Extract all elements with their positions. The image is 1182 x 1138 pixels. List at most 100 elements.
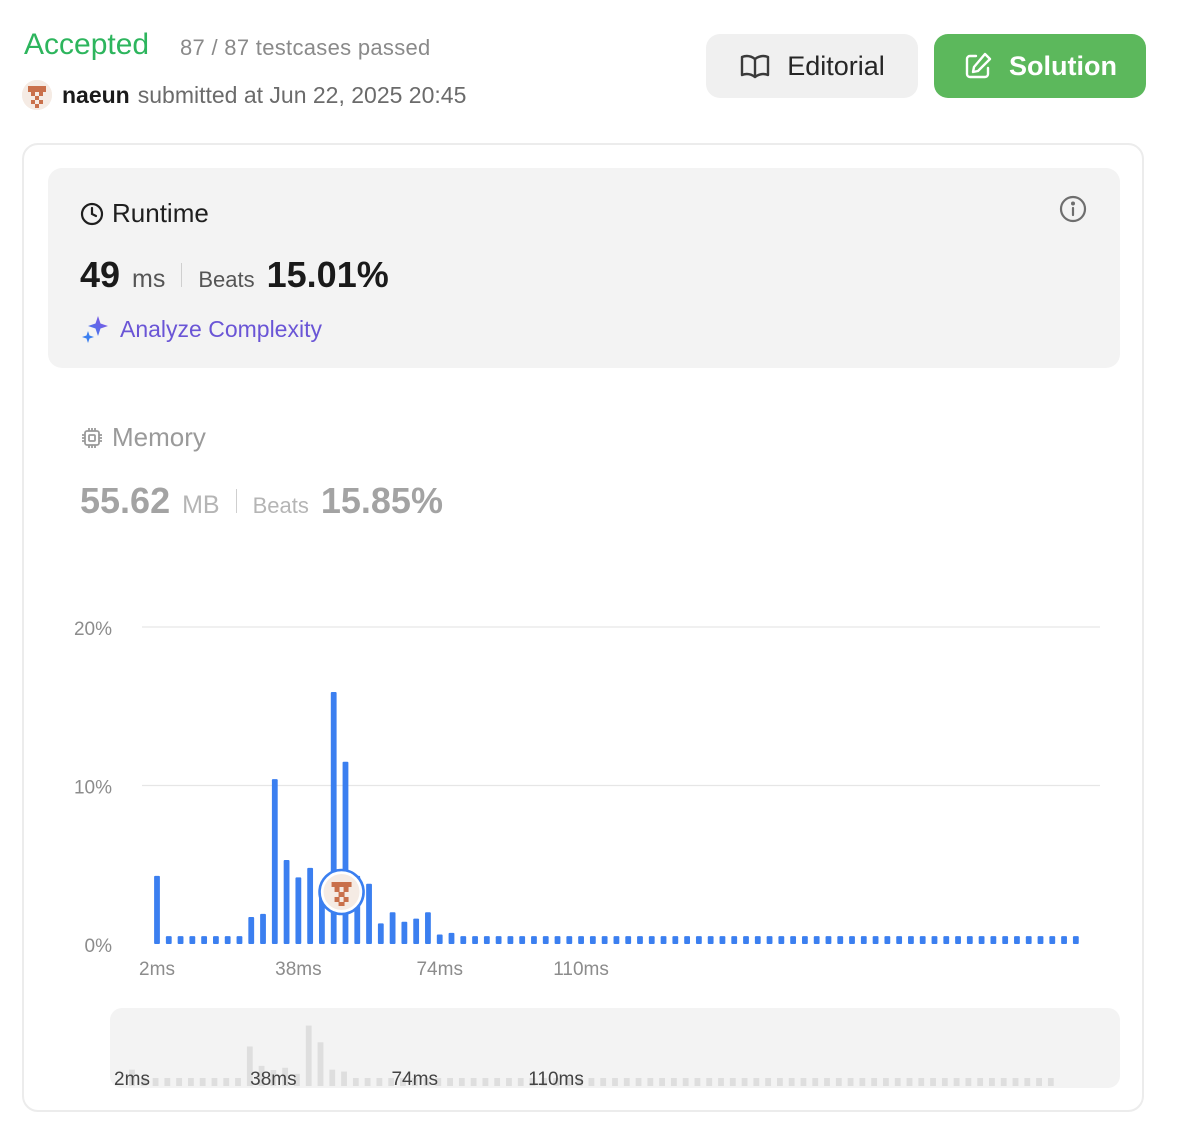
chart-bar[interactable] <box>778 936 785 944</box>
chart-bar[interactable] <box>837 936 844 944</box>
chart-bar[interactable] <box>1049 936 1056 944</box>
chart-bar[interactable] <box>260 913 266 944</box>
chart-bar[interactable] <box>189 936 196 944</box>
username-link[interactable]: naeun <box>62 82 130 109</box>
chart-bar[interactable] <box>860 936 867 944</box>
chart-bar[interactable] <box>472 936 478 944</box>
overview-bar <box>930 1078 936 1086</box>
chart-bar[interactable] <box>672 936 679 944</box>
chart-bar[interactable] <box>201 936 208 944</box>
chart-bar[interactable] <box>448 932 455 944</box>
avatar-icon[interactable] <box>22 80 52 110</box>
chart-bar[interactable] <box>342 761 349 944</box>
runtime-distribution-chart[interactable]: 0% 10% 20% 2ms 38ms 74ms 110ms <box>0 600 1182 1000</box>
chart-bar[interactable] <box>307 867 314 944</box>
chart-bar[interactable] <box>719 936 726 944</box>
clock-icon <box>80 202 104 225</box>
chart-bar[interactable] <box>731 936 738 944</box>
overview-bar <box>341 1071 347 1086</box>
chart-bar[interactable] <box>625 936 632 944</box>
editorial-button[interactable]: Editorial <box>706 34 918 98</box>
chart-bar[interactable] <box>460 936 467 944</box>
chart-bar[interactable] <box>978 936 985 944</box>
overview-minimap[interactable]: 2ms 38ms 74ms 110ms <box>110 1008 1120 1088</box>
chart-bar[interactable] <box>213 936 219 944</box>
chart-bar[interactable] <box>1072 936 1079 944</box>
chart-bar[interactable] <box>695 936 702 944</box>
overview-bar <box>706 1078 713 1086</box>
chart-bar[interactable] <box>790 936 797 944</box>
x-tick-label: 74ms <box>416 959 462 980</box>
chart-bar[interactable] <box>389 912 396 944</box>
chart-bar[interactable] <box>554 936 561 944</box>
chart-bar[interactable] <box>248 917 255 944</box>
chart-bar[interactable] <box>507 936 514 944</box>
chart-bar[interactable] <box>295 877 302 944</box>
chart-bar[interactable] <box>436 934 443 944</box>
chart-bar[interactable] <box>908 936 914 944</box>
solution-button[interactable]: Solution <box>934 34 1146 98</box>
chart-bar[interactable] <box>825 936 832 944</box>
info-icon[interactable] <box>1058 194 1088 224</box>
chart-bar[interactable] <box>884 936 891 944</box>
chart-bar[interactable] <box>1025 936 1032 944</box>
chart-bar[interactable] <box>849 936 855 944</box>
chart-bar[interactable] <box>1037 936 1044 944</box>
chart-bar[interactable] <box>224 936 231 944</box>
chart-bar[interactable] <box>990 936 997 944</box>
chart-bar[interactable] <box>872 936 879 944</box>
memory-title[interactable]: Memory <box>80 422 206 453</box>
chart-bar[interactable] <box>613 936 620 944</box>
chart-bar[interactable] <box>943 936 950 944</box>
y-tick-label: 0% <box>85 936 113 957</box>
chart-bar[interactable] <box>601 936 608 944</box>
overview-bar <box>847 1078 854 1086</box>
chart-bar[interactable] <box>377 923 384 944</box>
chart-bar[interactable] <box>542 936 549 944</box>
distribution-overview-scrubber[interactable]: 2ms 38ms 74ms 110ms <box>110 1008 1120 1088</box>
chart-bar[interactable] <box>637 936 643 944</box>
chart-bar[interactable] <box>802 936 808 944</box>
chart-bar[interactable] <box>177 936 184 944</box>
chart-bar[interactable] <box>660 936 667 944</box>
chart-bar[interactable] <box>271 779 278 944</box>
edit-icon <box>965 52 992 79</box>
chart-bar[interactable] <box>519 936 526 944</box>
chart-bar[interactable] <box>589 936 596 944</box>
chart-bar[interactable] <box>1061 936 1067 944</box>
chart-bar[interactable] <box>813 936 820 944</box>
overview-bar <box>835 1078 842 1086</box>
chart-bar[interactable] <box>413 918 420 944</box>
chart-bar[interactable] <box>366 883 372 944</box>
runtime-card[interactable]: Runtime 49 ms Beats 15.01% Analyze Compl… <box>48 168 1120 368</box>
solution-label: Solution <box>1009 50 1117 81</box>
chart-bar[interactable] <box>955 936 961 944</box>
chart-bar[interactable] <box>401 921 408 944</box>
chart-bar[interactable] <box>483 936 490 944</box>
chart-bar[interactable] <box>531 936 537 944</box>
chart-bar[interactable] <box>931 936 938 944</box>
chart-bar[interactable] <box>707 936 714 944</box>
chart-bar[interactable] <box>236 936 243 944</box>
chart-bar[interactable] <box>966 936 973 944</box>
chart-bar[interactable] <box>425 912 431 944</box>
chart-bar[interactable] <box>754 936 761 944</box>
runtime-beats-value: 15.01% <box>266 254 389 295</box>
chart-bar[interactable] <box>1014 936 1020 944</box>
chart-bar[interactable] <box>919 936 926 944</box>
analyze-complexity-link[interactable]: Analyze Complexity <box>80 314 322 344</box>
chart-bar[interactable] <box>896 936 903 944</box>
chart-bar[interactable] <box>283 859 290 944</box>
chart-bar[interactable] <box>566 936 573 944</box>
divider <box>181 263 183 287</box>
chart-bar[interactable] <box>684 936 690 944</box>
chart-bar[interactable] <box>578 936 584 944</box>
chart-bar[interactable] <box>766 936 773 944</box>
chart-bar[interactable] <box>495 936 502 944</box>
chart-bar[interactable] <box>743 936 749 944</box>
chart-bar[interactable] <box>165 936 172 944</box>
chart-bar[interactable] <box>154 875 160 944</box>
chart-bar[interactable] <box>1002 936 1009 944</box>
your-submission-marker[interactable] <box>318 868 365 916</box>
chart-bar[interactable] <box>648 936 655 944</box>
